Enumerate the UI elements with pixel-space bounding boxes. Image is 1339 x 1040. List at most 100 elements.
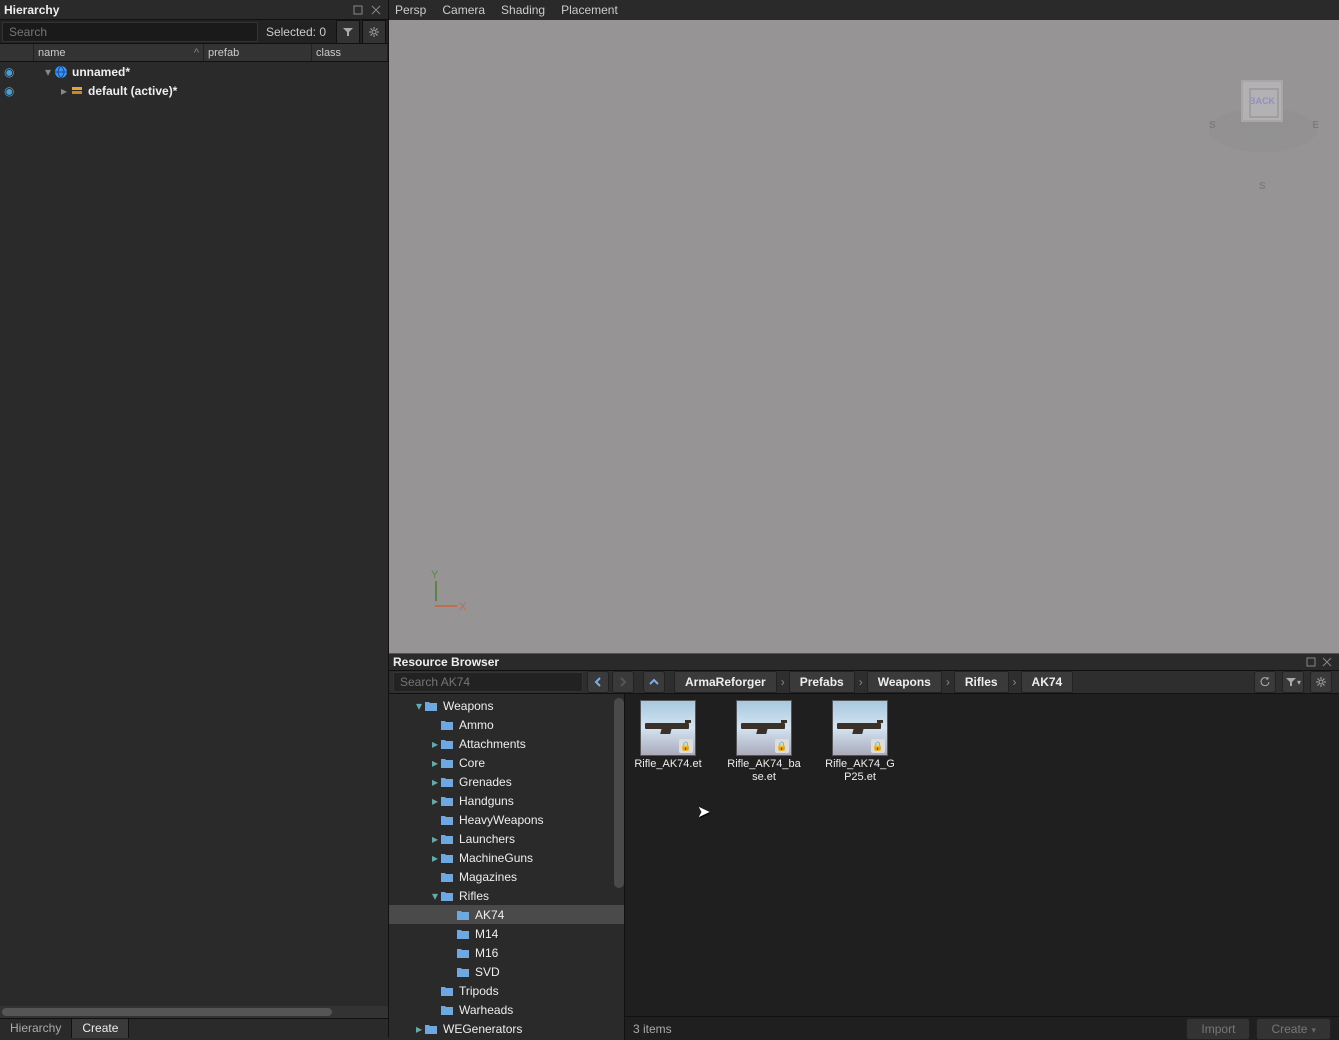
folder-label: Tripods	[459, 984, 499, 998]
hierarchy-search-input[interactable]	[2, 22, 258, 42]
column-name[interactable]: name^	[34, 44, 204, 61]
close-icon[interactable]	[368, 2, 384, 18]
folder-item-wegenerators[interactable]: ▸WEGenerators	[389, 1019, 624, 1038]
chevron-down-icon[interactable]: ▾	[413, 700, 425, 712]
horizontal-scrollbar[interactable]	[0, 1006, 388, 1018]
folder-label: Core	[459, 756, 485, 770]
folder-icon	[457, 929, 471, 939]
menu-shading[interactable]: Shading	[501, 3, 545, 17]
settings-button[interactable]	[362, 20, 386, 44]
lock-icon: 🔒	[871, 739, 885, 753]
axis-y-line	[435, 581, 437, 601]
chevron-right-icon: ›	[859, 675, 863, 689]
column-prefab[interactable]: prefab	[204, 44, 312, 61]
hierarchy-panel: Hierarchy Selected: 0 name^ prefab class…	[0, 0, 389, 1038]
chevron-down-icon[interactable]: ▾	[429, 890, 441, 902]
nav-s-label-2: S	[1259, 181, 1266, 192]
resource-browser-panel: Resource Browser ArmaReforger › Prefabs …	[389, 653, 1339, 1038]
folder-item-launchers[interactable]: ▸ Launchers	[389, 829, 624, 848]
chevron-right-icon[interactable]: ▸	[429, 852, 441, 864]
refresh-button[interactable]	[1254, 671, 1276, 693]
hierarchy-bottom-tabs: Hierarchy Create	[0, 1018, 388, 1038]
visibility-toggle-icon[interactable]: ◉	[4, 65, 20, 79]
vertical-scrollbar[interactable]	[614, 698, 624, 888]
folder-item-grenades[interactable]: ▸Grenades	[389, 772, 624, 791]
tab-create[interactable]: Create	[72, 1019, 129, 1038]
folder-item-tripods[interactable]: Tripods	[389, 981, 624, 1000]
chevron-right-icon[interactable]: ▸	[413, 1023, 425, 1035]
import-button[interactable]: Import	[1186, 1018, 1250, 1040]
chevron-right-icon: ›	[946, 675, 950, 689]
visibility-toggle-icon[interactable]: ◉	[4, 84, 20, 98]
folder-item-rifles[interactable]: ▾Rifles	[389, 886, 624, 905]
folder-icon	[441, 815, 455, 825]
hierarchy-tree: ◉ ▾ unnamed* ◉ ▸ default (active)*	[0, 62, 388, 1006]
nav-forward-button[interactable]	[612, 671, 634, 693]
file-item[interactable]: 🔒 Rifle_AK74_base.et	[727, 700, 801, 784]
crumb-prefabs[interactable]: Prefabs	[789, 671, 855, 693]
close-icon[interactable]	[1319, 654, 1335, 670]
navigation-gizmo[interactable]: BACK S E S	[1209, 80, 1319, 190]
folder-item-machineguns[interactable]: ▸MachineGuns	[389, 848, 624, 867]
folder-item-attachments[interactable]: ▸ Attachments	[389, 734, 624, 753]
resource-search-input[interactable]	[393, 672, 583, 692]
nav-e-label: E	[1312, 120, 1319, 131]
folder-item-magazines[interactable]: Magazines	[389, 867, 624, 886]
filter-button[interactable]	[336, 20, 360, 44]
crumb-rifles[interactable]: Rifles	[954, 671, 1009, 693]
folder-icon	[441, 853, 455, 863]
viewport-3d[interactable]: Y X BACK S E S	[389, 20, 1339, 653]
chevron-right-icon[interactable]: ▸	[429, 833, 441, 845]
folder-item-weapons[interactable]: ▾Weapons	[389, 696, 624, 715]
folder-item-m16[interactable]: M16	[389, 943, 624, 962]
selected-count-label: Selected: 0	[258, 25, 334, 39]
nav-up-button[interactable]	[643, 671, 665, 693]
hierarchy-header: Hierarchy	[0, 0, 388, 20]
lock-icon: 🔒	[679, 739, 693, 753]
crumb-ak74[interactable]: AK74	[1021, 671, 1074, 693]
menu-camera[interactable]: Camera	[442, 3, 485, 17]
chevron-right-icon[interactable]: ▸	[429, 757, 441, 769]
resource-browser-title: Resource Browser	[393, 655, 1303, 669]
filter-button[interactable]: ▾	[1282, 671, 1304, 693]
chevron-right-icon[interactable]: ▸	[429, 795, 441, 807]
folder-item-core[interactable]: ▸ Core	[389, 753, 624, 772]
folder-item-heavyweapons[interactable]: HeavyWeapons	[389, 810, 624, 829]
crumb-weapons[interactable]: Weapons	[867, 671, 942, 693]
folder-item-ak74[interactable]: AK74	[389, 905, 624, 924]
tree-item-default[interactable]: ◉ ▸ default (active)*	[0, 81, 388, 100]
column-class[interactable]: class	[312, 44, 388, 61]
chevron-right-icon: ›	[781, 675, 785, 689]
chevron-right-icon[interactable]: ▸	[429, 776, 441, 788]
folder-item-m14[interactable]: M14	[389, 924, 624, 943]
cursor-icon: ➤	[697, 802, 710, 822]
popout-icon[interactable]	[1303, 654, 1319, 670]
tab-hierarchy[interactable]: Hierarchy	[0, 1019, 72, 1038]
menu-placement[interactable]: Placement	[561, 3, 618, 17]
settings-button[interactable]	[1310, 671, 1332, 693]
globe-icon	[54, 65, 68, 79]
crumb-armareforger[interactable]: ArmaReforger	[674, 671, 777, 693]
file-item[interactable]: 🔒 Rifle_AK74_GP25.et	[823, 700, 897, 784]
menu-persp[interactable]: Persp	[395, 3, 426, 17]
folder-item-warheads[interactable]: Warheads	[389, 1000, 624, 1019]
folder-item-svd[interactable]: SVD	[389, 962, 624, 981]
folder-label: M14	[475, 927, 498, 941]
popout-icon[interactable]	[350, 2, 366, 18]
file-item[interactable]: 🔒 Rifle_AK74.et	[631, 700, 705, 784]
hierarchy-columns: name^ prefab class	[0, 44, 388, 62]
column-visibility[interactable]	[0, 44, 34, 61]
nav-back-button[interactable]	[587, 671, 609, 693]
folder-label: Attachments	[459, 737, 526, 751]
chevron-right-icon[interactable]: ▸	[58, 85, 70, 97]
folder-label: HeavyWeapons	[459, 813, 544, 827]
viewport-menu: Persp Camera Shading Placement	[389, 0, 1339, 20]
chevron-right-icon[interactable]: ▸	[429, 738, 441, 750]
tree-item-unnamed[interactable]: ◉ ▾ unnamed*	[0, 62, 388, 81]
folder-item-ammo[interactable]: Ammo	[389, 715, 624, 734]
folder-item-handguns[interactable]: ▸Handguns	[389, 791, 624, 810]
create-button[interactable]: Create▾	[1256, 1018, 1331, 1040]
chevron-down-icon[interactable]: ▾	[42, 66, 54, 78]
resource-browser-header: Resource Browser	[389, 654, 1339, 671]
folder-label: Launchers	[459, 832, 515, 846]
